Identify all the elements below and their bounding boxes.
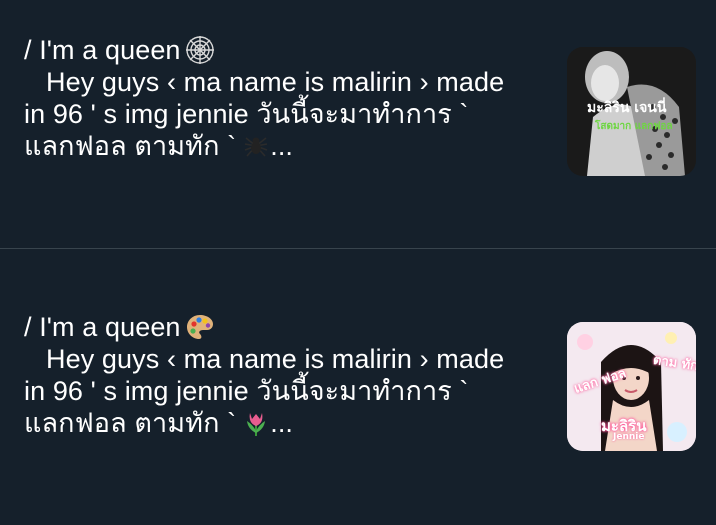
post-body-line: แลกฟอล ตามทัก ` ... <box>24 130 544 162</box>
post-title-text: / I'm a queen <box>24 35 181 65</box>
palette-icon <box>185 312 215 342</box>
ellipsis: ... <box>270 408 294 438</box>
post-text[interactable]: / I'm a queen Hey guys ‹ ma name is mali… <box>24 311 544 439</box>
post-body-text: แลกฟอล ตามทัก ` <box>24 408 237 438</box>
ellipsis: ... <box>270 131 294 161</box>
post-card[interactable]: / I'm a queen Hey guys ‹ ma name is mali… <box>0 249 716 525</box>
post-title: / I'm a queen <box>24 311 544 343</box>
post-title-text: / I'm a queen <box>24 312 181 342</box>
tulip-icon <box>242 409 270 437</box>
post-text[interactable]: / I'm a queen Hey guys ‹ ma name is mali… <box>24 34 544 162</box>
post-body-line: Hey guys ‹ ma name is malirin › made <box>46 67 505 97</box>
post-thumbnail[interactable]: แลก ฟอล ตาม ทัก มะลิริน Jennie <box>567 322 696 451</box>
thumbnail-subcaption: โสดมาก แลกฟอล <box>595 121 673 132</box>
thumbnail-caption: มะลิริน เจนนี่ <box>587 100 667 116</box>
post-body-line: แลกฟอล ตามทัก ` ... <box>24 407 544 439</box>
spider-web-icon <box>185 35 215 65</box>
post-thumbnail[interactable]: มะลิริน เจนนี่ โสดมาก แลกฟอล <box>567 47 696 176</box>
post-card[interactable]: / I'm a queen Hey guys ‹ ma name is mali… <box>0 0 716 248</box>
post-title: / I'm a queen <box>24 34 544 66</box>
spider-icon <box>242 132 270 160</box>
thumbnail-subcaption: Jennie <box>613 432 645 442</box>
post-body-line: in 96 ' s img jennie วันนี้จะมาทำการ ` <box>24 99 469 129</box>
post-body-line: in 96 ' s img jennie วันนี้จะมาทำการ ` <box>24 376 469 406</box>
feed: / I'm a queen Hey guys ‹ ma name is mali… <box>0 0 716 525</box>
post-body-line: Hey guys ‹ ma name is malirin › made <box>46 344 505 374</box>
post-body-text: แลกฟอล ตามทัก ` <box>24 131 237 161</box>
